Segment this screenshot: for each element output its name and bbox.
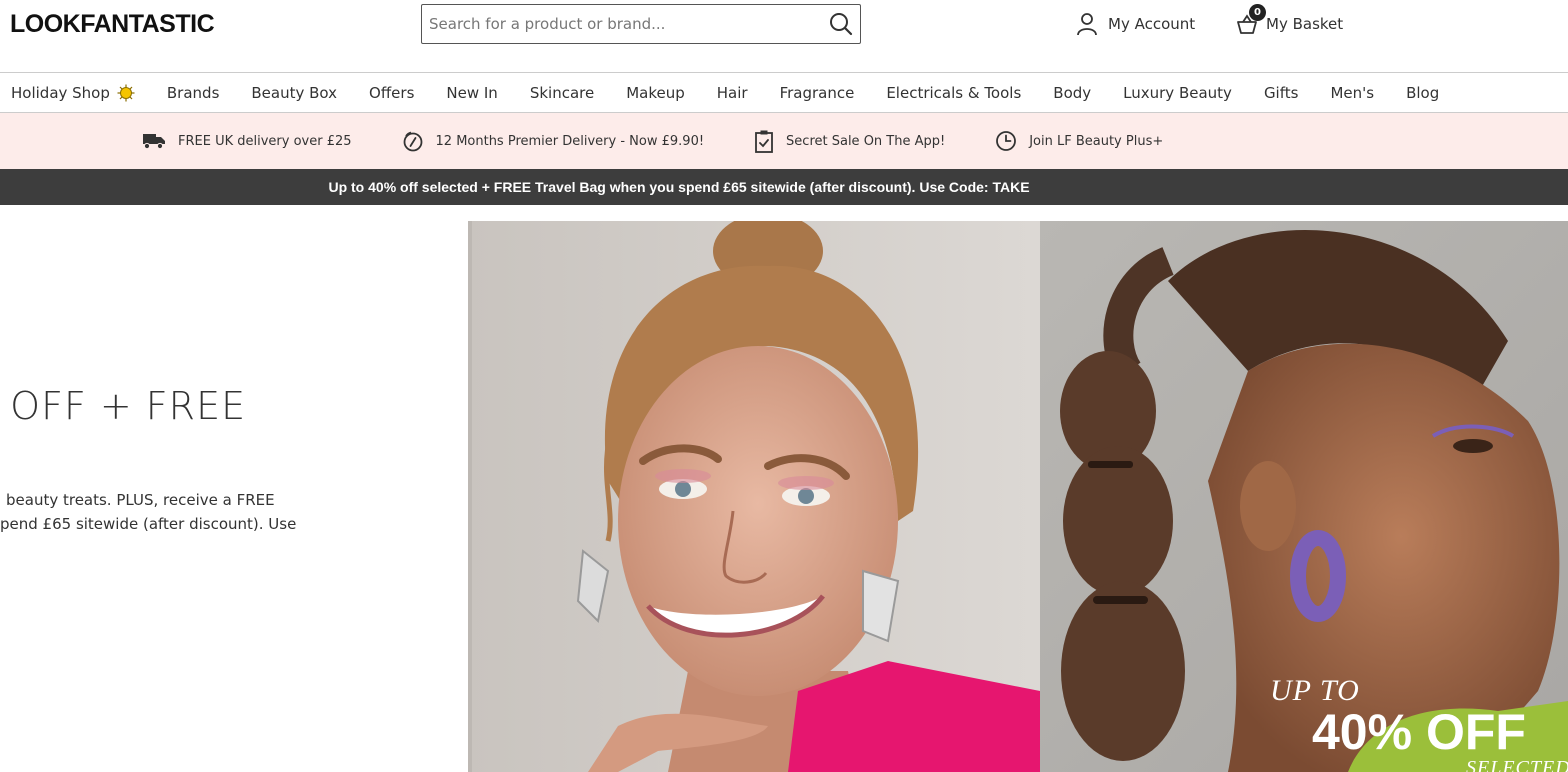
sun-icon — [117, 84, 135, 101]
nav-item-new-in[interactable]: New In — [446, 84, 497, 102]
nav-item-hair[interactable]: Hair — [717, 84, 748, 102]
hero-selected-text: SELECTED — [1466, 757, 1568, 772]
my-account-link[interactable]: My Account — [1076, 12, 1195, 36]
nav-item-brands[interactable]: Brands — [167, 84, 220, 102]
hero-percent-off-text: 40% OFF — [1312, 704, 1526, 760]
usp-label: 12 Months Premier Delivery - Now £9.90! — [435, 133, 705, 149]
search-bar — [421, 4, 861, 44]
nav-item-makeup[interactable]: Makeup — [626, 84, 685, 102]
usp-label: Join LF Beauty Plus+ — [1029, 133, 1164, 149]
nav-item-electricals-tools[interactable]: Electricals & Tools — [886, 84, 1021, 102]
usp-label: FREE UK delivery over £25 — [178, 133, 352, 149]
nav-item-skincare[interactable]: Skincare — [530, 84, 594, 102]
nav-item-mens[interactable]: Men's — [1330, 84, 1374, 102]
nav-item-holiday-shop[interactable]: Holiday Shop — [11, 84, 135, 102]
my-basket-link[interactable]: 0 My Basket — [1236, 4, 1344, 36]
nav-item-offers[interactable]: Offers — [369, 84, 414, 102]
my-basket-label: My Basket — [1266, 15, 1344, 33]
usp-item-free-delivery[interactable]: FREE UK delivery over £25 — [142, 132, 352, 150]
nav-item-label: Holiday Shop — [11, 83, 110, 102]
hero-description-line: pend £65 sitewide (after discount). Use — [0, 515, 297, 533]
nav-item-luxury-beauty[interactable]: Luxury Beauty — [1123, 84, 1232, 102]
hero-up-to-text: UP TO — [1270, 674, 1360, 707]
hero-description-line: beauty treats. PLUS, receive a FREE — [6, 491, 275, 509]
site-logo[interactable]: LOOKFANTASTIC — [10, 10, 215, 39]
main-navigation: Holiday Shop Brands Beauty Box Offers Ne… — [0, 72, 1568, 113]
hero-heading: % OFF + FREE — [0, 384, 247, 428]
usp-bar: FREE UK delivery over £25 12 Months Prem… — [0, 113, 1568, 169]
search-icon — [830, 13, 853, 36]
hero-description: beauty treats. PLUS, receive a FREE pend… — [0, 488, 310, 536]
usp-item-secret-sale[interactable]: Secret Sale On The App! — [754, 129, 945, 153]
usp-item-beauty-plus[interactable]: Join LF Beauty Plus+ — [995, 130, 1163, 152]
usp-label: Secret Sale On The App! — [786, 133, 946, 149]
user-icon — [1077, 13, 1097, 36]
basket-icon-wrap: 0 — [1236, 4, 1266, 35]
site-header: LOOKFANTASTIC My Account 0 My Basket — [0, 0, 1568, 72]
nav-item-blog[interactable]: Blog — [1406, 84, 1439, 102]
hero-promo-copy: UP TO 40% OFF SELECTED — [1270, 676, 1568, 772]
hero-text-panel: % OFF + FREE beauty treats. PLUS, receiv… — [0, 221, 468, 772]
search-input[interactable] — [429, 5, 819, 43]
premier-delivery-icon — [403, 131, 422, 152]
usp-item-premier-delivery[interactable]: 12 Months Premier Delivery - Now £9.90! — [402, 130, 705, 152]
truck-icon — [143, 134, 165, 150]
nav-item-fragrance[interactable]: Fragrance — [780, 84, 855, 102]
clock-icon — [996, 131, 1017, 151]
nav-item-gifts[interactable]: Gifts — [1264, 84, 1299, 102]
promo-banner-strip[interactable]: Up to 40% off selected + FREE Travel Bag… — [0, 169, 1568, 205]
clipboard-check-icon — [755, 130, 773, 153]
nav-item-body[interactable]: Body — [1053, 84, 1091, 102]
basket-count-badge: 0 — [1249, 4, 1266, 21]
search-button[interactable] — [828, 11, 854, 37]
promo-banner-text: Up to 40% off selected + FREE Travel Bag… — [328, 179, 1030, 195]
my-account-label: My Account — [1108, 15, 1196, 33]
nav-item-beauty-box[interactable]: Beauty Box — [251, 84, 337, 102]
